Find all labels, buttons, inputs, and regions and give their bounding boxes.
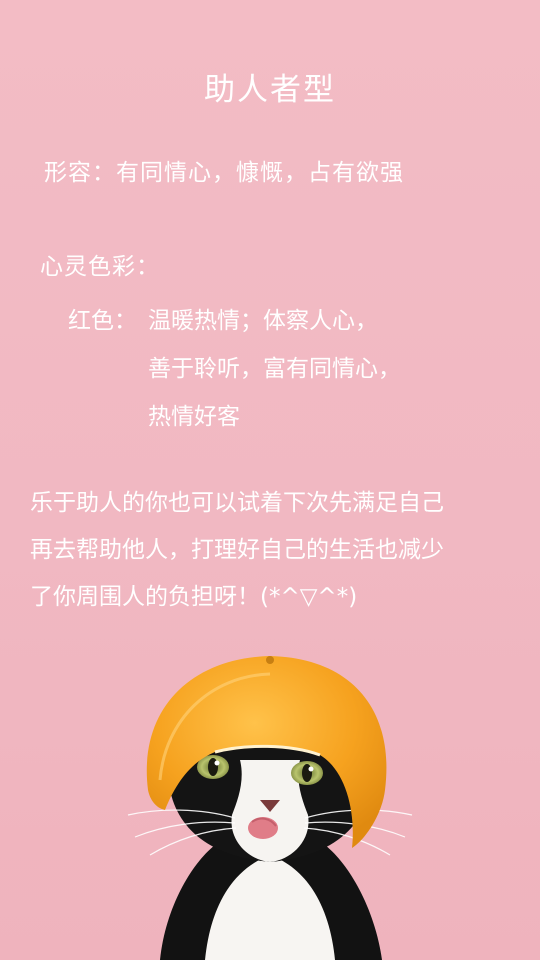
soul-color-heading: 心灵色彩： <box>40 254 160 280</box>
advice-line: 乐于助人的你也可以试着下次先满足自己 <box>30 490 444 516</box>
page-title: 助人者型 <box>204 72 336 108</box>
advice-message: 乐于助人的你也可以试着下次先满足自己 再去帮助他人，打理好自己的生活也减少 了你… <box>30 480 444 621</box>
red-trait-line: 热情好客 <box>148 404 240 430</box>
red-trait-line: 善于聆听，富有同情心， <box>148 356 401 382</box>
red-color-traits: 温暖热情；体察人心， 善于聆听，富有同情心， 热情好客 <box>148 297 401 441</box>
advice-line: 再去帮助他人，打理好自己的生活也减少 <box>30 537 444 563</box>
red-color-label: 红色： <box>68 308 137 334</box>
wallpaper-page: 助人者型 形容：有同情心，慷慨，占有欲强 心灵色彩： 红色： 温暖热情；体察人心… <box>0 0 540 960</box>
personality-description: 形容：有同情心，慷慨，占有欲强 <box>44 160 404 186</box>
advice-line: 了你周围人的负担呀！(*^▽^*) <box>30 584 358 610</box>
cat-with-orange-hat-photo <box>127 656 413 960</box>
red-trait-line: 温暖热情；体察人心， <box>148 308 378 334</box>
red-color-entry: 红色： 温暖热情；体察人心， 善于聆听，富有同情心， 热情好客 <box>68 297 401 441</box>
cat-body <box>160 845 382 960</box>
